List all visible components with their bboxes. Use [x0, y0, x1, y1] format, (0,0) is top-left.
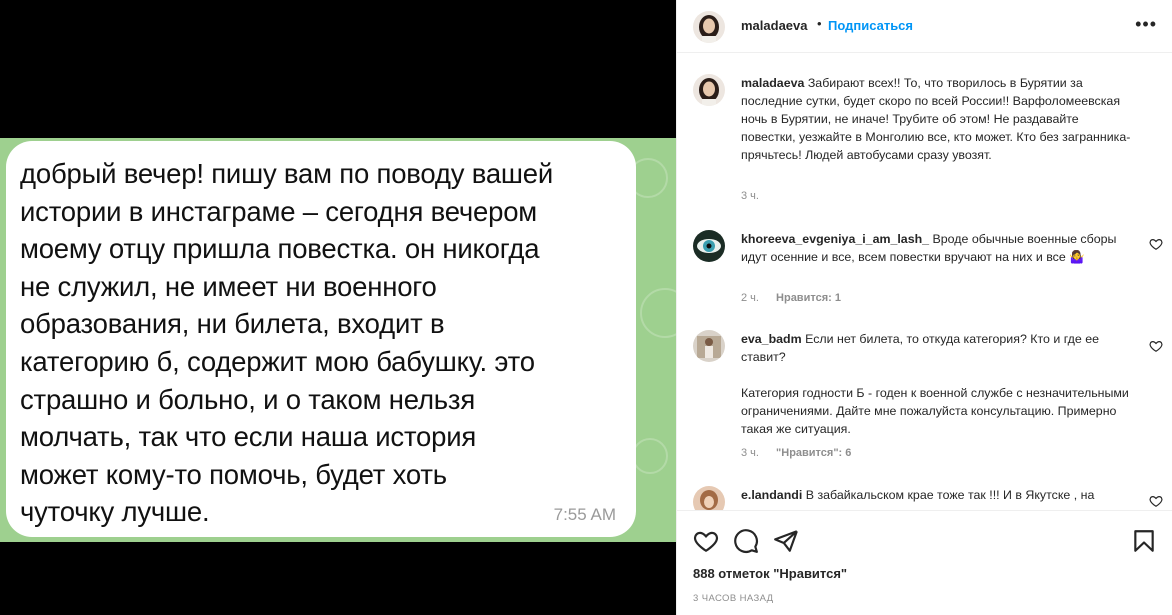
message-bubble: добрый вечер! пишу вам по поводу вашей и…	[6, 141, 636, 537]
follow-button[interactable]: Подписаться	[828, 18, 913, 33]
comment-likes[interactable]: "Нравится": 6	[776, 447, 851, 459]
comment-text: maladaeva Забирают всех!! То, что творил…	[741, 74, 1131, 164]
comment-text: khoreeva_evgeniya_i_am_lash_ Вроде обычн…	[741, 230, 1131, 266]
avatar[interactable]	[693, 330, 725, 362]
like-heart-icon[interactable]	[1149, 339, 1163, 353]
comment-text: e.landandi В забайкальском крае тоже так…	[741, 486, 1131, 504]
comment-icon[interactable]	[733, 528, 759, 554]
comment-content: В забайкальском крае тоже так !!! И в Як…	[805, 488, 1095, 502]
background-doodle	[632, 438, 668, 474]
more-icon[interactable]: •••	[1135, 14, 1157, 35]
like-heart-icon[interactable]	[1149, 237, 1163, 251]
share-icon[interactable]	[773, 528, 799, 554]
comment-time: 2 ч.	[741, 292, 759, 304]
heart-icon[interactable]	[693, 528, 719, 554]
header-username[interactable]: maladaeva	[741, 18, 808, 33]
background-doodle	[640, 288, 676, 338]
message-time: 7:55 AM	[553, 505, 616, 524]
likes-count[interactable]: 888 отметок "Нравится"	[693, 566, 847, 581]
chat-screenshot-image: добрый вечер! пишу вам по поводу вашей и…	[0, 138, 676, 542]
comment-username[interactable]: khoreeva_evgeniya_i_am_lash_	[741, 232, 929, 246]
comments-list: maladaeva Забирают всех!! То, что творил…	[677, 54, 1172, 510]
comment-username[interactable]: e.landandi	[741, 488, 802, 502]
post-media: добрый вечер! пишу вам по поводу вашей и…	[0, 0, 676, 615]
avatar[interactable]	[693, 486, 725, 510]
header-separator: •	[817, 16, 822, 31]
comment-time: 3 ч.	[741, 190, 759, 202]
post-header: maladaeva • Подписаться •••	[677, 0, 1172, 53]
avatar[interactable]	[693, 74, 725, 106]
avatar[interactable]	[693, 11, 725, 43]
bookmark-icon[interactable]	[1131, 528, 1157, 554]
comment-text: eva_badm Если нет билета, то откуда кате…	[741, 330, 1131, 438]
like-heart-icon[interactable]	[1149, 494, 1163, 508]
avatar[interactable]	[693, 230, 725, 262]
message-text: добрый вечер! пишу вам по поводу вашей и…	[20, 158, 554, 528]
comment-meta: 2 ч. Нравится: 1	[741, 292, 855, 304]
comment-content-2: Категория годности Б - годен к военной с…	[741, 386, 1129, 436]
comment-time: 3 ч.	[741, 447, 759, 459]
comment-username[interactable]: eva_badm	[741, 332, 802, 346]
comment-username[interactable]: maladaeva	[741, 76, 804, 90]
comment-likes[interactable]: Нравится: 1	[776, 292, 841, 304]
comment-meta: 3 ч.	[741, 190, 773, 202]
post-sidebar: maladaeva • Подписаться ••• maladaeva За…	[676, 0, 1172, 615]
post-time: 3 часов назад	[693, 593, 774, 604]
comment-meta: 3 ч. "Нравится": 6	[741, 447, 865, 459]
